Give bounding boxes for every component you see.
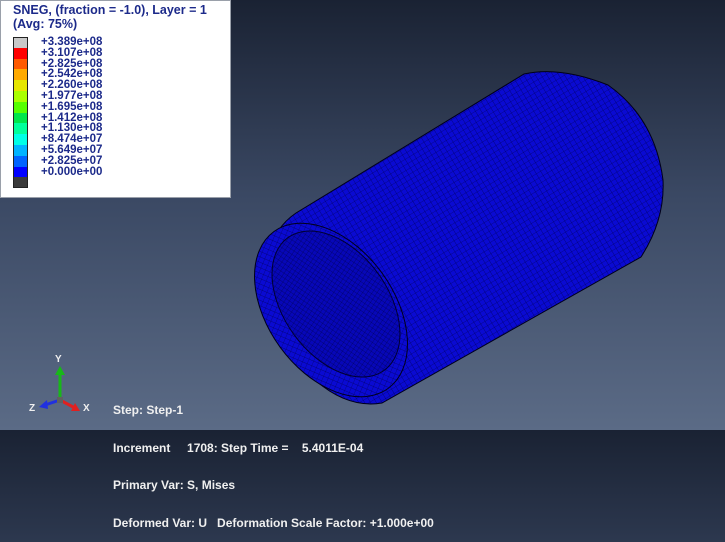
cylinder-mesh[interactable] <box>223 71 664 426</box>
triad-label-x: X <box>83 403 90 414</box>
legend-swatch <box>13 69 28 81</box>
triad-label-y: Y <box>55 354 62 365</box>
legend-swatch <box>13 90 28 102</box>
legend-swatch <box>13 144 28 156</box>
triad-origin <box>57 397 63 403</box>
legend-swatch <box>13 166 28 178</box>
legend-swatch <box>13 177 28 189</box>
y-axis-head <box>55 366 65 375</box>
legend-swatch <box>13 80 28 91</box>
status-deformed-var: Deformed Var: U Deformation Scale Factor… <box>113 515 434 530</box>
legend-averaging: (Avg: 75%) <box>13 17 78 31</box>
legend-swatch <box>13 101 28 113</box>
status-primary-var: Primary Var: S, Mises <box>113 478 236 492</box>
legend-swatch <box>13 112 28 124</box>
legend-value: +0.000e+00 <box>41 165 103 178</box>
view-triad <box>39 366 80 411</box>
z-axis-head <box>39 400 48 409</box>
legend-swatch <box>13 47 28 59</box>
legend-title: SNEG, (fraction = -1.0), Layer = 1 <box>13 3 207 17</box>
legend-swatch <box>13 134 28 145</box>
status-block: Step: Step-1 Increment 1708: Step Time =… <box>113 379 434 542</box>
legend-swatch <box>13 155 28 167</box>
contour-legend[interactable]: SNEG, (fraction = -1.0), Layer = 1 (Avg:… <box>0 0 231 198</box>
legend-swatch <box>13 123 28 135</box>
triad-label-z: Z <box>29 403 36 414</box>
status-step: Step: Step-1 <box>113 403 184 417</box>
legend-swatch <box>13 37 28 48</box>
legend-swatch <box>13 58 28 70</box>
status-increment: Increment 1708: Step Time = 5.4011E-04 <box>113 440 364 455</box>
